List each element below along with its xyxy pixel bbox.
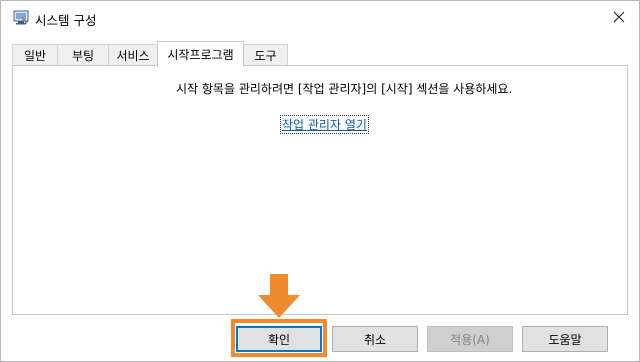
tab-boot[interactable]: 부팅 [57,44,109,66]
tab-services[interactable]: 서비스 [108,44,158,66]
tab-general[interactable]: 일반 [12,44,58,66]
startup-panel: 시작 항목을 관리하려면 [작업 관리자]의 [시작] 섹션을 사용하세요. 작… [12,65,628,315]
close-button[interactable] [605,5,633,31]
help-button[interactable]: 도움말 [522,326,608,352]
close-icon [613,11,625,26]
system-configuration-window: 시스템 구성 일반 부팅 서비스 시작프로그램 도구 시작 항목을 관리하려면 … [0,0,640,362]
tab-startup[interactable]: 시작프로그램 [157,41,244,67]
system-config-icon [13,10,29,25]
cancel-button[interactable]: 취소 [332,326,418,352]
ok-button[interactable]: 확인 [236,326,322,352]
startup-message: 시작 항목을 관리하려면 [작업 관리자]의 [시작] 섹션을 사용하세요. [176,82,513,96]
down-arrow-icon [257,273,301,319]
title-bar: 시스템 구성 [1,1,639,35]
apply-button: 적용(A) [427,326,513,352]
tab-tools[interactable]: 도구 [243,44,288,66]
open-task-manager-link[interactable]: 작업 관리자 열기 [280,115,369,134]
window-title: 시스템 구성 [35,13,97,28]
